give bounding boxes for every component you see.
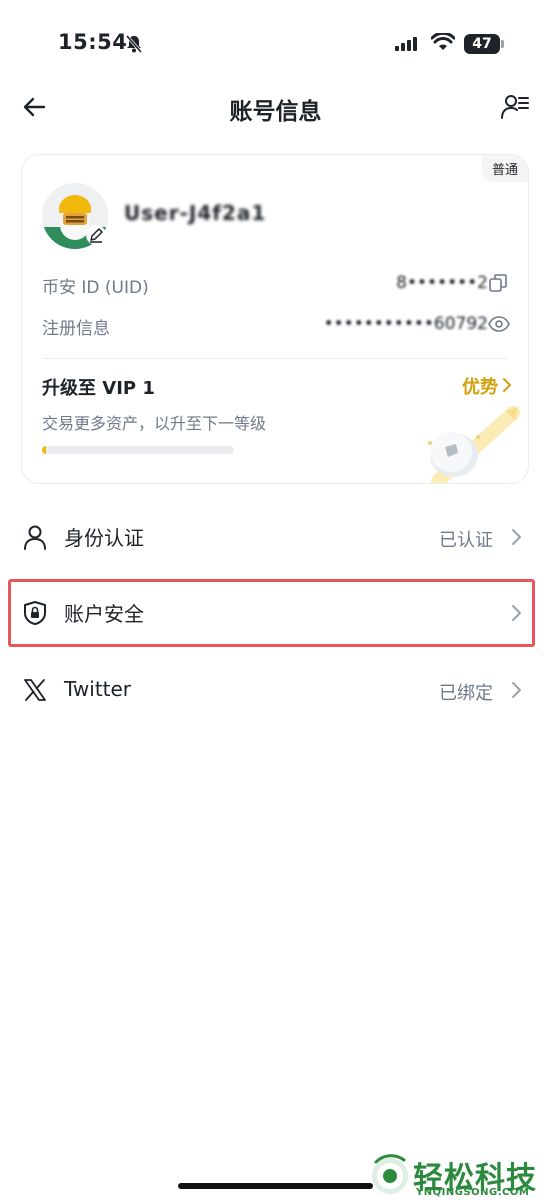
- chevron-right-icon: [512, 529, 521, 545]
- chevron-right-icon[interactable]: [500, 377, 514, 393]
- card-divider: [42, 358, 508, 359]
- status-time: 15:54: [58, 30, 128, 54]
- coin-illustration: [428, 406, 520, 483]
- registration-label: 注册信息: [42, 319, 110, 339]
- watermark-logo-icon: [372, 1154, 408, 1194]
- highlight-box: [8, 579, 535, 647]
- eye-icon[interactable]: [488, 315, 510, 333]
- uid-label: 币安 ID (UID): [42, 278, 149, 298]
- uid-value: 8•••••••2: [396, 273, 488, 293]
- registration-value: •••••••••••60792: [323, 314, 488, 334]
- menu-item-status: 已绑定: [439, 683, 493, 704]
- user-list-icon[interactable]: [500, 92, 530, 122]
- chevron-right-icon: [512, 682, 521, 698]
- watermark: 轻松科技 YNQINGSONG.COM: [368, 1150, 551, 1200]
- vip-progress-fill: [42, 446, 46, 454]
- menu-item-label: 身份认证: [64, 526, 144, 550]
- menu-item-status: 已认证: [439, 530, 493, 551]
- account-level-badge: 普通: [481, 155, 528, 182]
- battery-tip: [501, 40, 504, 48]
- wifi-icon: [431, 33, 455, 50]
- person-icon: [24, 525, 46, 550]
- vip-subtitle: 交易更多资产，以升至下一等级: [42, 414, 267, 433]
- x-logo-icon: [24, 679, 46, 701]
- copy-icon[interactable]: [488, 273, 508, 293]
- username: User-J4f2a1: [124, 201, 267, 225]
- profile-card: 普通 User-J4f2a1 币安 ID (UID) 8•••••••2 注册信…: [21, 154, 529, 484]
- vip-progress-bar: [42, 446, 234, 454]
- page-title: 账号信息: [229, 99, 322, 125]
- battery-indicator: 47: [464, 34, 500, 54]
- menu-item-twitter[interactable]: Twitter 已绑定: [0, 655, 551, 725]
- menu-item-label: Twitter: [64, 677, 132, 701]
- vip-upgrade-title: 升级至 VIP 1: [42, 378, 155, 399]
- silent-bell-icon: [125, 35, 143, 53]
- menu-item-identity[interactable]: 身份认证 已认证: [0, 502, 551, 572]
- edit-pencil-icon[interactable]: [86, 225, 106, 245]
- signal-icon: [395, 37, 417, 51]
- watermark-subtext: YNQINGSONG.COM: [416, 1187, 530, 1198]
- vip-benefits-link[interactable]: 优势: [462, 373, 498, 399]
- home-indicator: [178, 1183, 373, 1189]
